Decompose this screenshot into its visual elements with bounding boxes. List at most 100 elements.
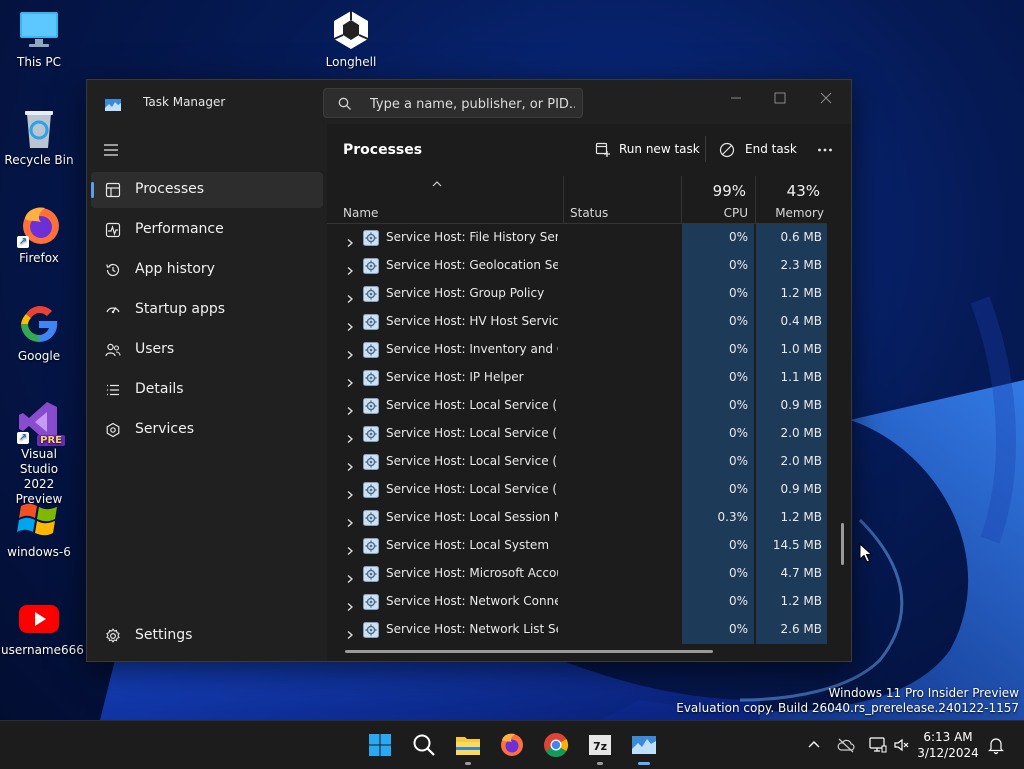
horizontal-scrollbar[interactable] [345,650,713,653]
minimize-button[interactable] [715,84,759,112]
table-row[interactable]: Service Host: File History Servi... 0% 0.6… [327,224,827,252]
process-cpu: 0% [728,482,748,496]
table-row[interactable]: Service Host: Geolocation Serv... 0% 2.3 M… [327,252,827,280]
network-tray[interactable] [868,735,888,755]
search-icon [338,96,352,110]
expand-chevron-icon[interactable] [345,569,355,588]
firefox-icon [501,733,523,756]
taskbar-clock[interactable]: 6:13 AM 3/12/2024 [916,729,980,761]
clock-time: 6:13 AM [923,730,973,744]
sidebar-item-settings[interactable]: Settings [91,618,323,654]
taskbar-task-manager[interactable] [628,729,660,765]
more-options-button[interactable] [807,132,843,166]
desktop-icon-longhell[interactable]: Longhell [313,8,389,70]
service-host-icon [363,454,379,470]
table-row[interactable]: Service Host: Local Service (N... 0% 2.0 M… [327,448,827,476]
run-new-task-button[interactable]: Run new task [585,132,700,166]
process-memory: 0.9 MB [780,482,822,496]
expand-chevron-icon[interactable] [345,345,355,364]
close-button[interactable] [805,84,849,112]
column-header-cpu[interactable]: 99% CPU [681,176,754,224]
service-host-icon [363,510,379,526]
settings-gear-icon [105,628,121,644]
search-box[interactable] [323,88,583,118]
sidebar-item-users[interactable]: Users [91,332,323,368]
search-input[interactable] [368,93,577,115]
table-row[interactable]: Service Host: Local Service (N... 0% 0.9 M… [327,476,827,504]
sidebar-item-processes[interactable]: Processes [91,172,323,208]
table-row[interactable]: Service Host: Inventory and C... 0% 1.0 MB [327,336,827,364]
expand-chevron-icon[interactable] [345,261,355,280]
process-name: Service Host: Local Service (N... [386,482,558,496]
table-row[interactable]: Service Host: Microsoft Accou... 0% 4.7 MB [327,560,827,588]
process-name: Service Host: Network List Ser... [386,622,558,636]
maximize-button[interactable] [759,84,803,112]
column-header-memory[interactable]: 43% Memory [755,176,828,224]
desktop-icon-visual-studio[interactable]: PRE ↗ Visual Studio 2022 Preview [1,400,77,507]
taskbar-7zip[interactable]: 7z [584,729,616,765]
more-icon [818,148,832,152]
sidebar-item-performance[interactable]: Performance [91,212,323,248]
desktop-icon-recycle-bin[interactable]: Recycle Bin [1,106,77,168]
start-button[interactable] [364,729,396,761]
process-memory: 1.2 MB [780,594,822,608]
expand-chevron-icon[interactable] [345,233,355,252]
search-icon [413,734,435,756]
sidebar-item-label: Services [135,421,195,437]
table-row[interactable]: Service Host: Local Session M... 0.3% 1.2 … [327,504,827,532]
column-header-name[interactable]: Name [327,176,563,224]
column-header-status[interactable]: Status [563,176,682,224]
sidebar-item-details[interactable]: Details [91,372,323,408]
table-row[interactable]: Service Host: Network List Ser... 0% 2.6 M… [327,616,827,644]
table-row[interactable]: Service Host: Local Service (N... 0% 2.0 M… [327,420,827,448]
desktop-icon-firefox[interactable]: ↗ Firefox [1,204,77,266]
windows-logo-icon [17,498,61,542]
expand-chevron-icon[interactable] [345,289,355,308]
show-hidden-icons-chevron[interactable] [804,735,824,755]
end-task-button[interactable]: End task [709,132,799,166]
expand-chevron-icon[interactable] [345,485,355,504]
taskbar-chrome[interactable] [540,729,572,761]
youtube-icon [17,596,61,640]
expand-chevron-icon[interactable] [345,541,355,560]
sidebar-item-app-history[interactable]: App history [91,252,323,288]
expand-chevron-icon[interactable] [345,513,355,532]
expand-chevron-icon[interactable] [345,597,355,616]
desktop-icon-username666[interactable]: username666 [1,596,84,658]
mouse-cursor-icon [859,543,873,563]
desktop-icon-this-pc[interactable]: This PC [1,8,77,70]
sidebar-item-services[interactable]: Services [91,412,323,448]
table-row[interactable]: Service Host: Group Policy 0% 1.2 MB [327,280,827,308]
vertical-scrollbar[interactable] [841,523,844,565]
taskbar-search-button[interactable] [408,729,440,761]
process-name: Service Host: Local Session M... [386,510,558,524]
taskbar-firefox[interactable] [496,729,528,761]
file-explorer-icon [456,737,480,755]
sidebar-item-startup-apps[interactable]: Startup apps [91,292,323,328]
hamburger-menu-icon[interactable] [99,138,123,162]
process-cpu: 0% [728,454,748,468]
desktop-icon-windows-6[interactable]: windows-6 [1,498,77,560]
expand-chevron-icon[interactable] [345,317,355,336]
expand-chevron-icon[interactable] [345,429,355,448]
sort-ascending-icon [432,181,442,187]
table-row[interactable]: Service Host: Local Service (N... 0% 0.9 M… [327,392,827,420]
expand-chevron-icon[interactable] [345,373,355,392]
volume-tray[interactable] [892,735,912,755]
taskbar-file-explorer[interactable] [452,729,484,765]
table-row[interactable]: Service Host: Local System 0% 14.5 MB [327,532,827,560]
desktop-icon-google[interactable]: Google [1,302,77,364]
process-name: Service Host: Local System [386,538,550,552]
title-bar[interactable]: Task Manager [87,80,851,124]
expand-chevron-icon[interactable] [345,401,355,420]
table-row[interactable]: Service Host: Network Connec... 0% 1.2 MB [327,588,827,616]
table-row[interactable]: Service Host: IP Helper 0% 1.1 MB [327,364,827,392]
table-row[interactable]: Service Host: HV Host Service 0% 0.4 MB [327,308,827,336]
process-cpu: 0% [728,426,748,440]
performance-icon [105,222,121,238]
expand-chevron-icon[interactable] [345,625,355,644]
onedrive-tray[interactable] [836,735,856,755]
expand-chevron-icon[interactable] [345,457,355,476]
notifications-button[interactable] [986,735,1006,755]
process-cpu: 0% [728,342,748,356]
